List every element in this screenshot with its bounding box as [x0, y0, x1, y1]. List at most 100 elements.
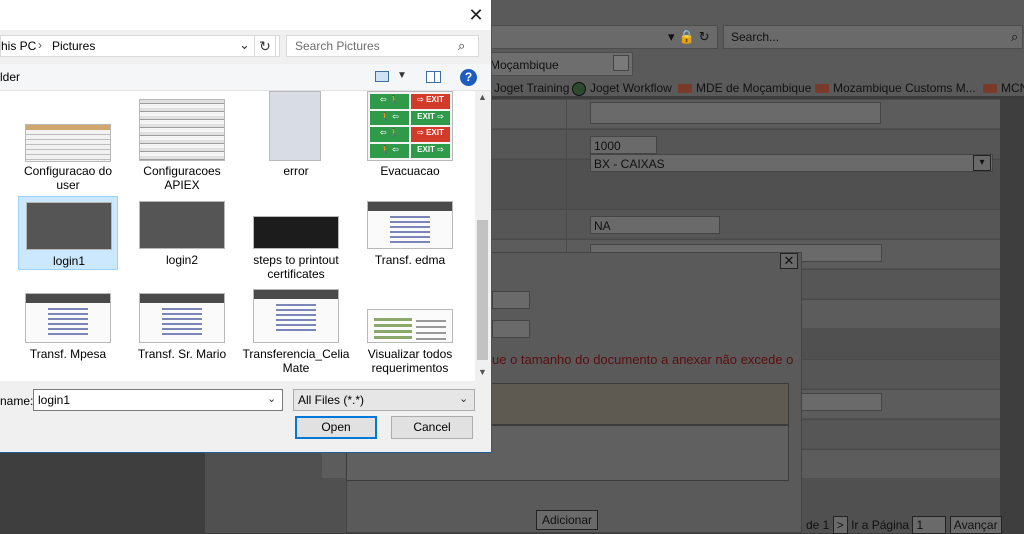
- scroll-down-icon[interactable]: ▼: [478, 367, 487, 377]
- thumbnail: [269, 91, 321, 161]
- evacuation-sign-icon: EXIT ⇨: [411, 143, 450, 158]
- evacuation-sign-icon: ⇦ 🚶: [370, 94, 409, 109]
- dialog-titlebar: [0, 0, 491, 30]
- close-icon[interactable]: ✕: [780, 253, 798, 269]
- file-list: Configuracao do user Configuracoes APIEX…: [0, 91, 475, 381]
- search-icon[interactable]: ⌕: [1011, 29, 1018, 45]
- joget-icon: [572, 81, 586, 96]
- breadcrumb-pictures[interactable]: Pictures: [52, 39, 95, 53]
- favorite-mcn[interactable]: MCN: [983, 81, 1024, 95]
- file-name-label: name:: [0, 394, 34, 408]
- advance-button[interactable]: Avançar: [949, 516, 1002, 534]
- warning-text: ue o tamanho do documento a anexar não e…: [492, 352, 794, 367]
- evacuation-sign-icon: 🚶 ⇦: [370, 110, 409, 125]
- pager-of: de 1: [806, 518, 830, 532]
- file-item[interactable]: Configuracao do user: [18, 91, 118, 192]
- change-view-icon[interactable]: [375, 71, 389, 82]
- browser-tab[interactable]: Moçambique: [485, 52, 633, 76]
- next-page-button[interactable]: >: [832, 516, 848, 534]
- file-label: Configuracoes APIEX: [143, 164, 221, 192]
- evacuation-sign-icon: ⇨ EXIT: [411, 94, 450, 109]
- thumbnail: [25, 293, 111, 343]
- thumbnail: [253, 216, 339, 249]
- na-field[interactable]: NA: [590, 216, 720, 234]
- thumbnail: [139, 201, 225, 249]
- search-input[interactable]: Search Pictures: [286, 35, 479, 57]
- goto-page-input[interactable]: 1: [912, 516, 947, 534]
- chevron-down-icon[interactable]: ▾: [973, 155, 991, 171]
- add-button[interactable]: Adicionar: [536, 510, 598, 530]
- help-icon[interactable]: ?: [460, 69, 477, 86]
- browser-search-input[interactable]: Search...: [723, 25, 1023, 49]
- preview-pane-icon[interactable]: [426, 71, 441, 83]
- file-item[interactable]: Configuracoes APIEX: [132, 91, 232, 192]
- command-bar: [0, 64, 491, 91]
- pager: de 1 > Ir a Página 1 Avançar: [806, 516, 1002, 534]
- breadcrumb-this-pc[interactable]: his PC: [1, 39, 36, 53]
- tab-title: Moçambique: [490, 58, 559, 72]
- cancel-button[interactable]: Cancel: [391, 416, 473, 439]
- favorite-customs[interactable]: Mozambique Customs M...: [815, 81, 976, 95]
- quantity-field[interactable]: 1000: [590, 136, 657, 154]
- chevron-down-icon[interactable]: ⌄: [459, 392, 468, 405]
- thumbnail: [139, 293, 225, 343]
- new-tab-button[interactable]: [613, 55, 629, 71]
- goto-label: Ir a Página: [851, 518, 910, 532]
- file-label: Transf. Mpesa: [29, 347, 107, 361]
- chevron-right-icon: ›: [38, 38, 42, 52]
- evacuation-sign-icon: 🚶 ⇦: [370, 143, 409, 158]
- favorite-mde[interactable]: MDE de Moçambique: [678, 81, 811, 95]
- text-field[interactable]: [492, 320, 530, 338]
- file-item[interactable]: ⇦ 🚶 ⇨ EXIT 🚶 ⇦ EXIT ⇨ ⇦ 🚶 ⇨ EXIT 🚶 ⇦ EXI…: [360, 91, 460, 179]
- file-item[interactable]: Transferencia_Celia Mate: [243, 289, 349, 377]
- site-logo-icon: [983, 84, 997, 94]
- thumbnail: [367, 309, 453, 343]
- scroll-up-icon[interactable]: ▲: [478, 92, 487, 102]
- file-item[interactable]: Transf. Mpesa: [18, 289, 118, 377]
- new-folder-button[interactable]: lder: [0, 70, 20, 84]
- file-item[interactable]: Visualizar todos requerimentos: [360, 289, 460, 377]
- chevron-down-icon[interactable]: ⌄: [239, 37, 250, 53]
- file-item[interactable]: steps to printout certificates: [246, 196, 346, 284]
- file-name-input[interactable]: login1: [33, 389, 283, 411]
- site-logo-icon: [815, 84, 829, 94]
- chevron-down-icon[interactable]: ▼: [397, 70, 407, 81]
- refresh-icon[interactable]: ↻: [254, 35, 276, 57]
- file-item[interactable]: Transf. Sr. Mario: [132, 289, 232, 377]
- thumbnail: [367, 201, 453, 249]
- file-label: Configuracao do user: [23, 164, 113, 192]
- favorites-bar: Joget Training Joget Workflow MDE de Moç…: [490, 77, 1024, 99]
- file-type-select[interactable]: All Files (*.*): [293, 389, 475, 411]
- evacuation-sign-icon: ⇦ 🚶: [370, 127, 409, 142]
- file-label: error: [283, 164, 309, 178]
- site-logo-icon: [678, 84, 692, 94]
- search-icon[interactable]: ⌕: [458, 38, 465, 54]
- evacuation-sign-icon: EXIT ⇨: [411, 110, 450, 125]
- file-item[interactable]: Transf. edma: [360, 196, 460, 284]
- file-label: Transf. edma: [374, 253, 446, 267]
- thumbnail: [253, 289, 339, 343]
- breadcrumb[interactable]: his PC › Pictures ⌄: [0, 35, 280, 57]
- thumbnail: [139, 99, 225, 161]
- file-label: login2: [165, 253, 199, 267]
- chevron-down-icon[interactable]: ⌄: [267, 392, 276, 405]
- address-bar-icons[interactable]: ▾🔒↻: [668, 29, 714, 45]
- close-icon[interactable]: ✕: [462, 3, 490, 27]
- text-field[interactable]: [590, 102, 881, 124]
- text-field[interactable]: [492, 291, 530, 309]
- file-label: Transf. Sr. Mario: [137, 347, 227, 361]
- thumbnail: [25, 124, 111, 162]
- scrollbar-thumb[interactable]: [477, 220, 488, 360]
- favorite-joget-workflow[interactable]: Joget Workflow: [572, 81, 672, 96]
- file-item-selected[interactable]: login1: [18, 196, 118, 270]
- file-label: steps to printout certificates: [253, 253, 339, 281]
- open-button[interactable]: Open: [295, 416, 377, 439]
- file-item[interactable]: error: [246, 91, 346, 179]
- file-label: Visualizar todos requerimentos: [367, 347, 453, 375]
- file-item[interactable]: login2: [132, 196, 232, 270]
- favorite-joget-training[interactable]: Joget Training: [494, 81, 569, 95]
- file-label: Evacuacao: [380, 164, 440, 178]
- thumbnail: [26, 202, 112, 250]
- package-select[interactable]: BX - CAIXAS: [590, 154, 993, 172]
- file-label: Transferencia_Celia Mate: [242, 347, 350, 375]
